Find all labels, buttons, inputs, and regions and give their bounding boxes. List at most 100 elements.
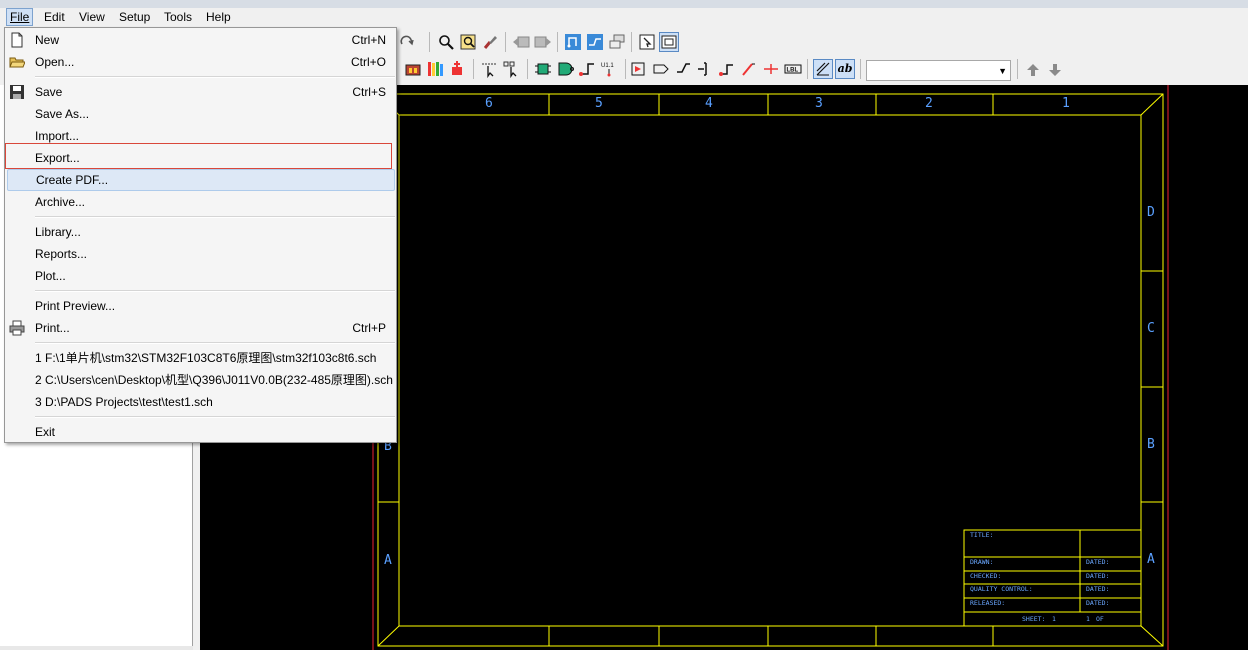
menu-item-label: Archive...: [35, 195, 86, 209]
menu-item-recent-2[interactable]: 2 C:\Users\cen\Desktop\机型\Q396\J011V0.0B…: [5, 369, 396, 391]
toolbar-separator: [1017, 59, 1018, 79]
add-part-icon[interactable]: [448, 60, 466, 78]
menu-separator: [35, 290, 395, 292]
menu-edit[interactable]: Edit: [44, 10, 65, 24]
menu-item-label: 1 F:\1单片机\stm32\STM32F103C8T6原理图\stm32f1…: [35, 351, 377, 365]
paint-brush-icon[interactable]: [481, 33, 499, 51]
zoom-window-icon[interactable]: [459, 33, 477, 51]
menu-view[interactable]: View: [79, 10, 105, 24]
bus-icon[interactable]: [564, 33, 582, 51]
arrow-up-icon[interactable]: [1024, 61, 1042, 79]
menu-shortcut: Ctrl+P: [352, 321, 386, 335]
panel-bottom-edge: [0, 646, 193, 650]
menu-item-label: 2 C:\Users\cen\Desktop\机型\Q396\J011V0.0B…: [35, 373, 393, 387]
menu-help[interactable]: Help: [206, 10, 231, 24]
arrow-down-icon[interactable]: [1046, 61, 1064, 79]
menu-item-label: Import...: [35, 129, 80, 143]
menu-item-print-preview[interactable]: Print Preview...: [5, 295, 396, 317]
part-editor-icon[interactable]: [404, 60, 422, 78]
toolbar-separator: [429, 32, 430, 52]
back-icon[interactable]: [512, 33, 530, 51]
power-icon[interactable]: [718, 60, 736, 78]
label-icon[interactable]: LBL: [784, 60, 802, 78]
menu-shortcut: Ctrl+N: [351, 33, 386, 47]
sheet-label: SHEET:: [1022, 615, 1046, 623]
drawn-label: DRAWN:: [970, 558, 994, 566]
ground-icon[interactable]: [740, 60, 758, 78]
menu-separator: [35, 216, 395, 218]
menu-tools[interactable]: Tools: [164, 10, 192, 24]
toolbar-separator: [557, 32, 558, 52]
zoom-icon[interactable]: [437, 33, 455, 51]
export-highlight-box: [5, 143, 392, 169]
title-label: TITLE:: [970, 531, 994, 539]
menu-item-label: Reports...: [35, 247, 88, 261]
forward-icon[interactable]: [534, 33, 552, 51]
select-filter-icon[interactable]: [638, 33, 656, 51]
toolbar-separator: [625, 59, 626, 79]
row-label: B: [1147, 437, 1155, 452]
toolbar-combo[interactable]: ▼: [866, 60, 1011, 81]
tag-icon[interactable]: [652, 60, 670, 78]
menu-item-archive[interactable]: Archive...: [5, 191, 396, 213]
dated-label: DATED:: [1086, 558, 1110, 566]
toolbar-separator: [505, 32, 506, 52]
menu-item-label: Library...: [35, 225, 81, 239]
menu-item-label: Print...: [35, 321, 70, 335]
library-icon[interactable]: [426, 60, 444, 78]
menu-file[interactable]: File: [6, 8, 34, 26]
net-name-icon[interactable]: [813, 59, 833, 79]
text-ab-icon[interactable]: ab: [835, 59, 855, 79]
ab-text: ab: [837, 62, 853, 75]
connector-icon[interactable]: [696, 60, 714, 78]
file-menu-dropdown: New Ctrl+N Open... Ctrl+O Save Ctrl+S Sa…: [4, 27, 397, 443]
junction-icon[interactable]: [762, 60, 780, 78]
menu-item-recent-3[interactable]: 3 D:\PADS Projects\test\test1.sch: [5, 391, 396, 413]
menu-item-save-as[interactable]: Save As...: [5, 103, 396, 125]
bus-entry-icon[interactable]: [674, 60, 692, 78]
menu-setup[interactable]: Setup: [119, 10, 150, 24]
menu-item-plot[interactable]: Plot...: [5, 265, 396, 287]
new-document-icon: [9, 32, 25, 48]
toolbar-separator: [860, 59, 861, 79]
wire-icon[interactable]: [586, 33, 604, 51]
gate-icon[interactable]: [556, 60, 574, 78]
printer-icon: [9, 320, 25, 336]
checked-label: CHECKED:: [970, 572, 1002, 580]
toolbar-separator: [631, 32, 632, 52]
menu-item-create-pdf[interactable]: Create PDF...: [7, 169, 395, 191]
menu-separator: [35, 416, 395, 418]
zoom-fit-icon[interactable]: [659, 32, 679, 52]
off-page-icon[interactable]: [630, 60, 648, 78]
menu-separator: [35, 76, 395, 78]
menu-item-label: Plot...: [35, 269, 66, 283]
u11-text: U1.1: [601, 63, 614, 69]
save-disk-icon: [9, 84, 25, 100]
menu-item-new[interactable]: New Ctrl+N: [5, 29, 396, 51]
select-alt-icon[interactable]: [502, 60, 520, 78]
released-label: RELEASED:: [970, 599, 1006, 607]
menu-item-label: 3 D:\PADS Projects\test\test1.sch: [35, 395, 213, 409]
menu-item-label: Print Preview...: [35, 299, 116, 313]
menu-item-save[interactable]: Save Ctrl+S: [5, 81, 396, 103]
column-label: 3: [815, 96, 823, 111]
redo-icon[interactable]: [398, 33, 416, 51]
chip-icon[interactable]: [534, 60, 552, 78]
hierarchy-icon[interactable]: [608, 33, 626, 51]
menu-item-label: Create PDF...: [36, 173, 109, 187]
of-label: OF: [1096, 615, 1104, 623]
pin-icon[interactable]: [578, 60, 596, 78]
select-icon[interactable]: [480, 60, 498, 78]
u11-label-icon[interactable]: U1.1: [600, 60, 618, 78]
menu-item-exit[interactable]: Exit: [5, 421, 396, 443]
menu-separator: [35, 342, 395, 344]
title-strip: [0, 0, 1248, 8]
toolbar-separator: [473, 59, 474, 79]
row-label: D: [1147, 205, 1155, 220]
menu-item-print[interactable]: Print... Ctrl+P: [5, 317, 396, 339]
menu-item-library[interactable]: Library...: [5, 221, 396, 243]
menu-item-open[interactable]: Open... Ctrl+O: [5, 51, 396, 73]
menu-item-reports[interactable]: Reports...: [5, 243, 396, 265]
menu-item-recent-1[interactable]: 1 F:\1单片机\stm32\STM32F103C8T6原理图\stm32f1…: [5, 347, 396, 369]
open-folder-icon: [9, 54, 26, 70]
